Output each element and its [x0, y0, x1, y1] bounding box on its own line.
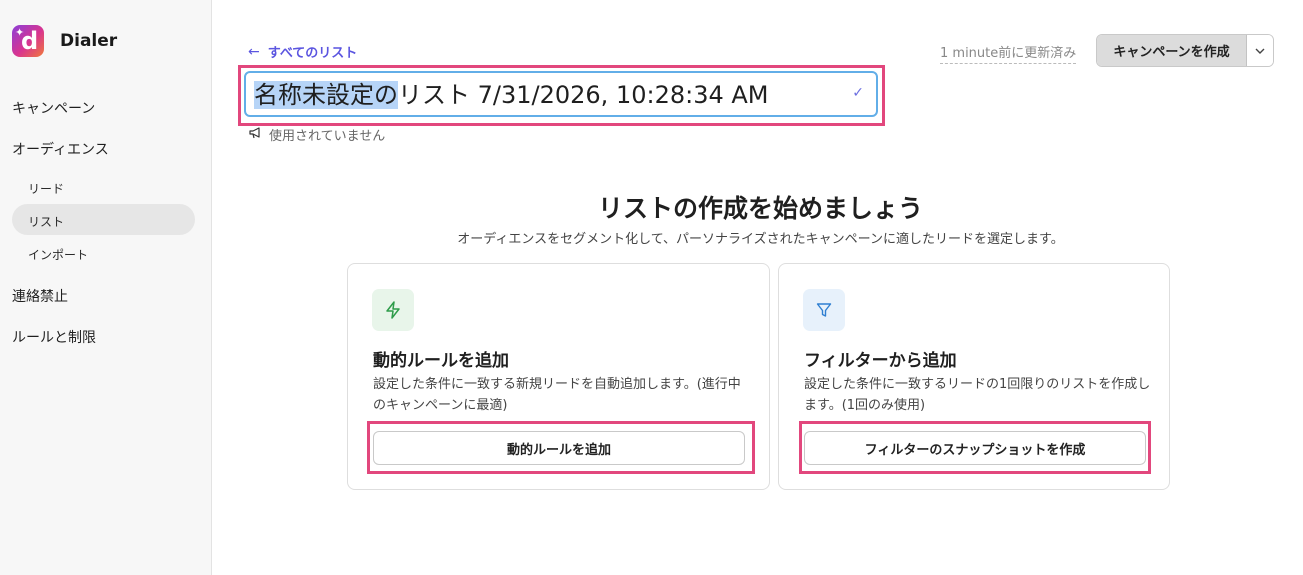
list-title-input[interactable]: 名称未設定のリスト 7/31/2026, 10:28:34 AM ✓: [244, 71, 878, 117]
selected-title-text: 名称未設定の: [254, 81, 398, 109]
lightning-icon: [372, 289, 414, 331]
megaphone-icon: [249, 127, 263, 142]
sidebar: ✦ d Dialer キャンペーン オーディエンス リード リスト インポート 連…: [0, 0, 212, 575]
dialer-logo-icon: ✦ d: [12, 25, 44, 57]
dynamic-card-title: 動的ルールを追加: [373, 351, 509, 371]
filter-card-description: 設定した条件に一致するリードの1回限りのリストを作成します。(1回のみ使用): [804, 377, 1151, 413]
usage-status-text: 使用されていません: [269, 129, 386, 144]
filter-card-title: フィルターから追加: [804, 351, 957, 371]
empty-state-title: リストの作成を始めましょう: [597, 194, 923, 223]
usage-status: 使用されていません: [249, 125, 385, 144]
sidebar-item-do-not-contact[interactable]: 連絡禁止: [12, 286, 68, 306]
dynamic-rule-card: 動的ルールを追加 設定した条件に一致する新規リードを自動追加します。(進行中のキ…: [347, 263, 770, 490]
last-updated-text[interactable]: 1 minute前に更新済み: [940, 42, 1077, 64]
filter-card: フィルターから追加 設定した条件に一致するリードの1回限りのリストを作成します。…: [778, 263, 1170, 490]
dynamic-card-description: 設定した条件に一致する新規リードを自動追加します。(進行中のキャンペーンに最適): [373, 377, 741, 413]
sidebar-item-campaigns[interactable]: キャンペーン: [12, 98, 95, 118]
brand[interactable]: ✦ d Dialer: [12, 25, 117, 57]
empty-state-subtitle: オーディエンスをセグメント化して、パーソナライズされたキャンペーンに適したリード…: [457, 232, 1064, 247]
app-name: Dialer: [60, 31, 118, 51]
funnel-icon: [803, 289, 845, 331]
chevron-down-icon[interactable]: [1247, 35, 1273, 66]
title-rest-text: リスト 7/31/2026, 10:28:34 AM: [398, 81, 769, 109]
sidebar-item-audience[interactable]: オーディエンス: [12, 139, 109, 159]
sidebar-item-import[interactable]: インポート: [28, 246, 88, 263]
create-campaign-button[interactable]: キャンペーンを作成: [1097, 35, 1247, 66]
back-to-all-lists-link[interactable]: ← すべてのリスト: [248, 42, 358, 62]
check-icon[interactable]: ✓: [852, 85, 864, 101]
list-title-text: 名称未設定のリスト 7/31/2026, 10:28:34 AM: [254, 79, 769, 111]
create-filter-snapshot-button[interactable]: フィルターのスナップショットを作成: [804, 431, 1146, 465]
add-dynamic-rule-button[interactable]: 動的ルールを追加: [373, 431, 745, 465]
arrow-left-icon: ←: [248, 43, 260, 60]
create-campaign-split-button: キャンペーンを作成: [1096, 34, 1274, 67]
back-link-label: すべてのリスト: [267, 46, 358, 61]
sidebar-item-rules-limits[interactable]: ルールと制限: [12, 327, 96, 347]
